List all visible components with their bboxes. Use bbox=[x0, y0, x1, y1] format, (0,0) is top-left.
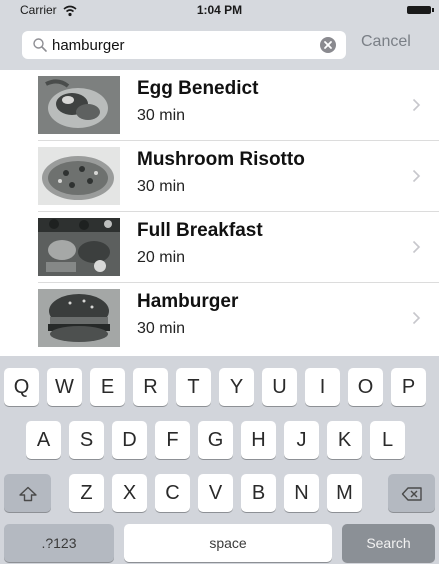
key-m[interactable]: M bbox=[327, 474, 362, 512]
search-key[interactable]: Search bbox=[342, 524, 435, 562]
screen: Carrier 1:04 PM hamburger Cancel Egg Ben… bbox=[0, 0, 439, 564]
result-row[interactable]: Mushroom Risotto 30 min bbox=[0, 141, 439, 212]
status-bar: Carrier 1:04 PM bbox=[0, 0, 439, 20]
key-p[interactable]: P bbox=[391, 368, 426, 406]
recipe-title: Egg Benedict bbox=[137, 78, 259, 99]
keyboard: Q W E R T Y U I O P A S D F G H J K L Z … bbox=[0, 356, 439, 564]
key-n[interactable]: N bbox=[284, 474, 319, 512]
cook-time: 30 min bbox=[137, 178, 186, 195]
recipe-thumbnail bbox=[38, 147, 120, 205]
cook-time: 30 min bbox=[137, 320, 186, 337]
result-list: Egg Benedict 30 min Mushroom Risotto 30 … bbox=[0, 70, 439, 356]
key-z[interactable]: Z bbox=[69, 474, 104, 512]
key-q[interactable]: Q bbox=[4, 368, 39, 406]
chevron-right-icon bbox=[412, 240, 421, 254]
search-bar-area: Carrier 1:04 PM hamburger Cancel bbox=[0, 0, 439, 70]
key-w[interactable]: W bbox=[47, 368, 82, 406]
space-key[interactable]: space bbox=[124, 524, 332, 562]
clear-icon[interactable] bbox=[320, 37, 336, 53]
delete-icon[interactable] bbox=[388, 474, 435, 512]
key-f[interactable]: F bbox=[155, 421, 190, 459]
key-o[interactable]: O bbox=[348, 368, 383, 406]
status-time: 1:04 PM bbox=[196, 3, 243, 17]
key-j[interactable]: J bbox=[284, 421, 319, 459]
cook-time: 30 min bbox=[137, 107, 186, 124]
cook-time: 20 min bbox=[137, 249, 186, 266]
recipe-thumbnail bbox=[38, 76, 120, 134]
key-k[interactable]: K bbox=[327, 421, 362, 459]
search-icon bbox=[32, 37, 48, 53]
result-row[interactable]: Full Breakfast 20 min bbox=[0, 212, 439, 283]
key-g[interactable]: G bbox=[198, 421, 233, 459]
recipe-title: Hamburger bbox=[137, 291, 239, 312]
recipe-title: Full Breakfast bbox=[137, 220, 263, 241]
cancel-button[interactable]: Cancel bbox=[361, 33, 411, 51]
key-i[interactable]: I bbox=[305, 368, 340, 406]
key-s[interactable]: S bbox=[69, 421, 104, 459]
result-row[interactable]: Egg Benedict 30 min bbox=[0, 70, 439, 141]
key-e[interactable]: E bbox=[90, 368, 125, 406]
numbers-key[interactable]: .?123 bbox=[4, 524, 114, 562]
key-c[interactable]: C bbox=[155, 474, 190, 512]
result-row[interactable]: Hamburger 30 min bbox=[0, 283, 439, 354]
search-input[interactable] bbox=[52, 31, 302, 59]
key-t[interactable]: T bbox=[176, 368, 211, 406]
key-h[interactable]: H bbox=[241, 421, 276, 459]
key-y[interactable]: Y bbox=[219, 368, 254, 406]
key-x[interactable]: X bbox=[112, 474, 147, 512]
key-r[interactable]: R bbox=[133, 368, 168, 406]
key-a[interactable]: A bbox=[26, 421, 61, 459]
recipe-thumbnail bbox=[38, 218, 120, 276]
key-u[interactable]: U bbox=[262, 368, 297, 406]
recipe-title: Mushroom Risotto bbox=[137, 149, 305, 170]
chevron-right-icon bbox=[412, 311, 421, 325]
chevron-right-icon bbox=[412, 98, 421, 112]
recipe-thumbnail bbox=[38, 289, 120, 347]
battery-icon bbox=[407, 6, 434, 14]
shift-icon[interactable] bbox=[4, 474, 51, 512]
key-b[interactable]: B bbox=[241, 474, 276, 512]
key-l[interactable]: L bbox=[370, 421, 405, 459]
search-field[interactable] bbox=[22, 31, 346, 59]
chevron-right-icon bbox=[412, 169, 421, 183]
key-d[interactable]: D bbox=[112, 421, 147, 459]
key-v[interactable]: V bbox=[198, 474, 233, 512]
